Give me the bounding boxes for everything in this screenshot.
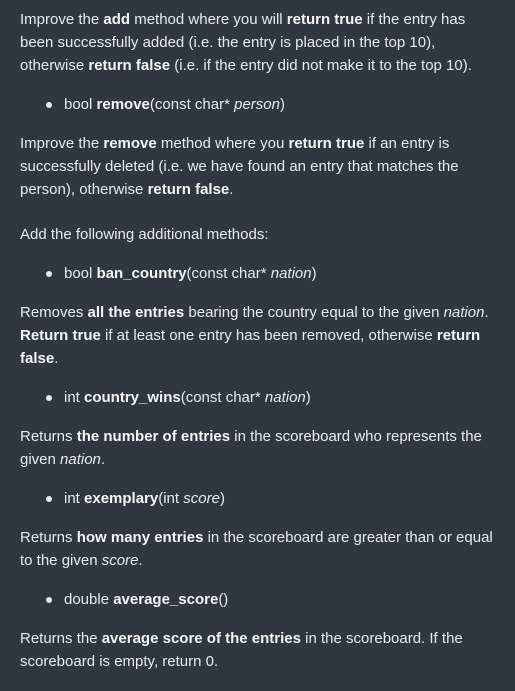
italic-text: score bbox=[183, 490, 220, 507]
bold-text: return true bbox=[288, 135, 365, 152]
bold-text: Return true bbox=[20, 327, 101, 344]
bold-text: country_wins bbox=[84, 389, 181, 406]
italic-text: nation bbox=[60, 451, 101, 468]
text: Returns the bbox=[20, 630, 102, 647]
text: . bbox=[229, 181, 234, 198]
ban-country-paragraph: Removes all the entries bearing the coun… bbox=[20, 301, 500, 370]
text: double bbox=[64, 591, 114, 608]
text: . bbox=[100, 451, 106, 468]
text: Improve the bbox=[20, 11, 104, 28]
remove-method-paragraph: Improve the remove method where you retu… bbox=[20, 132, 500, 201]
italic-text: nation bbox=[270, 265, 312, 282]
text: bool bbox=[64, 96, 97, 113]
average-score-paragraph: Returns the average score of the entries… bbox=[20, 627, 500, 673]
text: int bbox=[64, 490, 85, 507]
text: Returns bbox=[20, 529, 77, 546]
bullet-remove-signature: bool remove(const char* person) bbox=[20, 93, 500, 116]
text: bool bbox=[64, 265, 97, 282]
text: . bbox=[484, 304, 489, 321]
additional-methods-heading: Add the following additional methods: bbox=[20, 226, 269, 243]
bold-text: exemplary bbox=[84, 490, 159, 507]
bullet-ban-country-signature: bool ban_country(const char* nation) bbox=[20, 262, 500, 285]
text: . bbox=[138, 552, 143, 569]
text: . bbox=[54, 350, 59, 367]
text: int bbox=[64, 389, 85, 406]
bold-text: ban_country bbox=[96, 265, 187, 282]
text: (const char* bbox=[180, 389, 265, 406]
italic-text: score bbox=[101, 552, 139, 569]
text: ) bbox=[305, 389, 311, 406]
text: (int bbox=[158, 490, 184, 507]
bold-text: remove bbox=[103, 135, 157, 152]
text: Returns bbox=[20, 428, 77, 445]
document-content: Improve the add method where you will re… bbox=[0, 0, 500, 673]
bold-text: return true bbox=[286, 11, 363, 28]
bold-text: the number of entries bbox=[76, 428, 231, 445]
text: () bbox=[218, 591, 229, 608]
italic-text: nation bbox=[264, 389, 306, 406]
text: method where you will bbox=[130, 11, 287, 28]
text: Removes bbox=[20, 304, 88, 321]
bullet-exemplary-signature: int exemplary(int score) bbox=[20, 487, 500, 510]
bold-text: add bbox=[103, 11, 131, 28]
bold-text: return false bbox=[88, 57, 171, 74]
text: Improve the bbox=[20, 135, 104, 152]
bold-text: average_score bbox=[113, 591, 219, 608]
text: ) bbox=[219, 490, 225, 507]
exemplary-paragraph: Returns how many entries in the scoreboa… bbox=[20, 526, 500, 572]
bullet-country-wins-signature: int country_wins(const char* nation) bbox=[20, 386, 500, 409]
country-wins-paragraph: Returns the number of entries in the sco… bbox=[20, 425, 500, 471]
text: ) bbox=[279, 96, 285, 113]
text: method where you bbox=[156, 135, 289, 152]
bold-text: average score of the entries bbox=[101, 630, 301, 647]
text: ) bbox=[311, 265, 317, 282]
bold-text: return false bbox=[147, 181, 230, 198]
text: (const char* bbox=[186, 265, 271, 282]
bullet-average-score-signature: double average_score() bbox=[20, 588, 500, 611]
bold-text: all the entries bbox=[87, 304, 185, 321]
italic-text: nation bbox=[443, 304, 485, 321]
italic-text: person bbox=[234, 96, 280, 113]
text: (i.e. if the entry did not make it to th… bbox=[170, 57, 472, 74]
text: if at least one entry has been removed, … bbox=[100, 327, 437, 344]
bold-text: how many entries bbox=[76, 529, 204, 546]
add-method-paragraph: Improve the add method where you will re… bbox=[20, 8, 500, 77]
bold-text: remove bbox=[96, 96, 150, 113]
text: bearing the country equal to the given bbox=[184, 304, 444, 321]
text: (const char* bbox=[149, 96, 235, 113]
